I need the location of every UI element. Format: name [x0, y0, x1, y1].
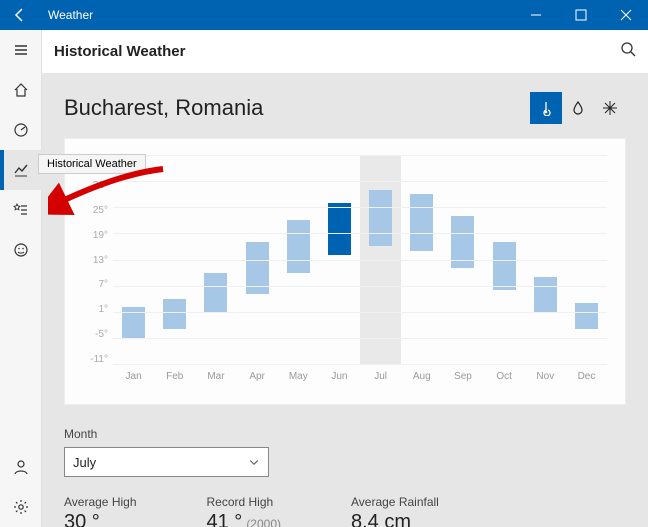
x-label: Jan: [113, 371, 154, 382]
chart-line-icon: [13, 162, 29, 178]
search-button[interactable]: [620, 41, 636, 62]
x-label: Jul: [360, 371, 401, 382]
sidebar-item-historical[interactable]: [0, 150, 42, 190]
x-label: May: [278, 371, 319, 382]
maximize-button[interactable]: [558, 0, 603, 30]
maximize-icon: [573, 7, 589, 23]
month-select[interactable]: July: [64, 447, 269, 477]
chart-mode-toggle: [530, 92, 626, 124]
sidebar: Historical Weather: [0, 30, 42, 527]
stat-value: 30 °: [64, 511, 137, 527]
smiley-icon: [13, 242, 29, 258]
drop-icon: [570, 100, 586, 116]
x-label: Apr: [237, 371, 278, 382]
chevron-down-icon: [248, 456, 260, 468]
x-label: Dec: [566, 371, 607, 382]
stat-label: Average High: [64, 495, 137, 509]
sidebar-item-favorites[interactable]: [0, 190, 42, 230]
arrow-left-icon: [12, 7, 28, 23]
sidebar-item-settings[interactable]: [0, 487, 42, 527]
page-title: Historical Weather: [54, 43, 620, 60]
x-label: Aug: [401, 371, 442, 382]
toggle-snow[interactable]: [594, 92, 626, 124]
stat-average-high: Average High 30 °: [64, 495, 137, 527]
chart-plot[interactable]: [113, 155, 607, 365]
stat-value: 41 °: [207, 511, 243, 527]
stat-label: Average Rainfall: [351, 495, 439, 509]
stat-subvalue: (2000): [246, 517, 281, 527]
sidebar-item-news[interactable]: [0, 230, 42, 270]
page-header: Historical Weather: [42, 30, 648, 74]
radar-icon: [13, 122, 29, 138]
stat-average-rainfall: Average Rainfall 8.4 cm: [351, 495, 439, 527]
menu-icon: [13, 42, 29, 58]
x-label: Sep: [442, 371, 483, 382]
toggle-precipitation[interactable]: [562, 92, 594, 124]
hamburger-button[interactable]: [0, 30, 42, 70]
stats-row: Average High 30 ° Record High 41 °(2000)…: [64, 495, 626, 527]
stat-value: 8.4 cm: [351, 511, 439, 527]
sidebar-tooltip: Historical Weather: [38, 154, 146, 174]
sidebar-item-account[interactable]: [0, 447, 42, 487]
title-bar: Weather: [0, 0, 648, 30]
stat-record-high: Record High 41 °(2000): [207, 495, 282, 527]
sidebar-item-forecast[interactable]: [0, 70, 42, 110]
window-title: Weather: [40, 8, 513, 22]
month-label: Month: [64, 427, 626, 441]
back-button[interactable]: [0, 0, 40, 30]
stat-label: Record High: [207, 495, 282, 509]
chart-card: 37°31°25°19°13°7°1°-5°-11° JanFebMarAprM…: [64, 138, 626, 405]
home-icon: [13, 82, 29, 98]
x-label: Jun: [319, 371, 360, 382]
sidebar-item-maps[interactable]: [0, 110, 42, 150]
minimize-button[interactable]: [513, 0, 558, 30]
chart-x-axis: JanFebMarAprMayJunJulAugSepOctNovDec: [113, 371, 607, 382]
snowflake-icon: [602, 100, 618, 116]
star-list-icon: [13, 202, 29, 218]
close-icon: [618, 7, 634, 23]
gear-icon: [13, 499, 29, 515]
chart-y-axis: 37°31°25°19°13°7°1°-5°-11°: [83, 155, 113, 365]
temperature-icon: [538, 100, 554, 116]
minimize-icon: [528, 7, 544, 23]
x-label: Mar: [195, 371, 236, 382]
x-label: Oct: [484, 371, 525, 382]
toggle-temperature[interactable]: [530, 92, 562, 124]
month-select-value: July: [73, 455, 96, 470]
x-label: Feb: [154, 371, 195, 382]
x-label: Nov: [525, 371, 566, 382]
person-icon: [13, 459, 29, 475]
search-icon: [620, 41, 636, 57]
close-button[interactable]: [603, 0, 648, 30]
location-heading: Bucharest, Romania: [64, 95, 530, 121]
